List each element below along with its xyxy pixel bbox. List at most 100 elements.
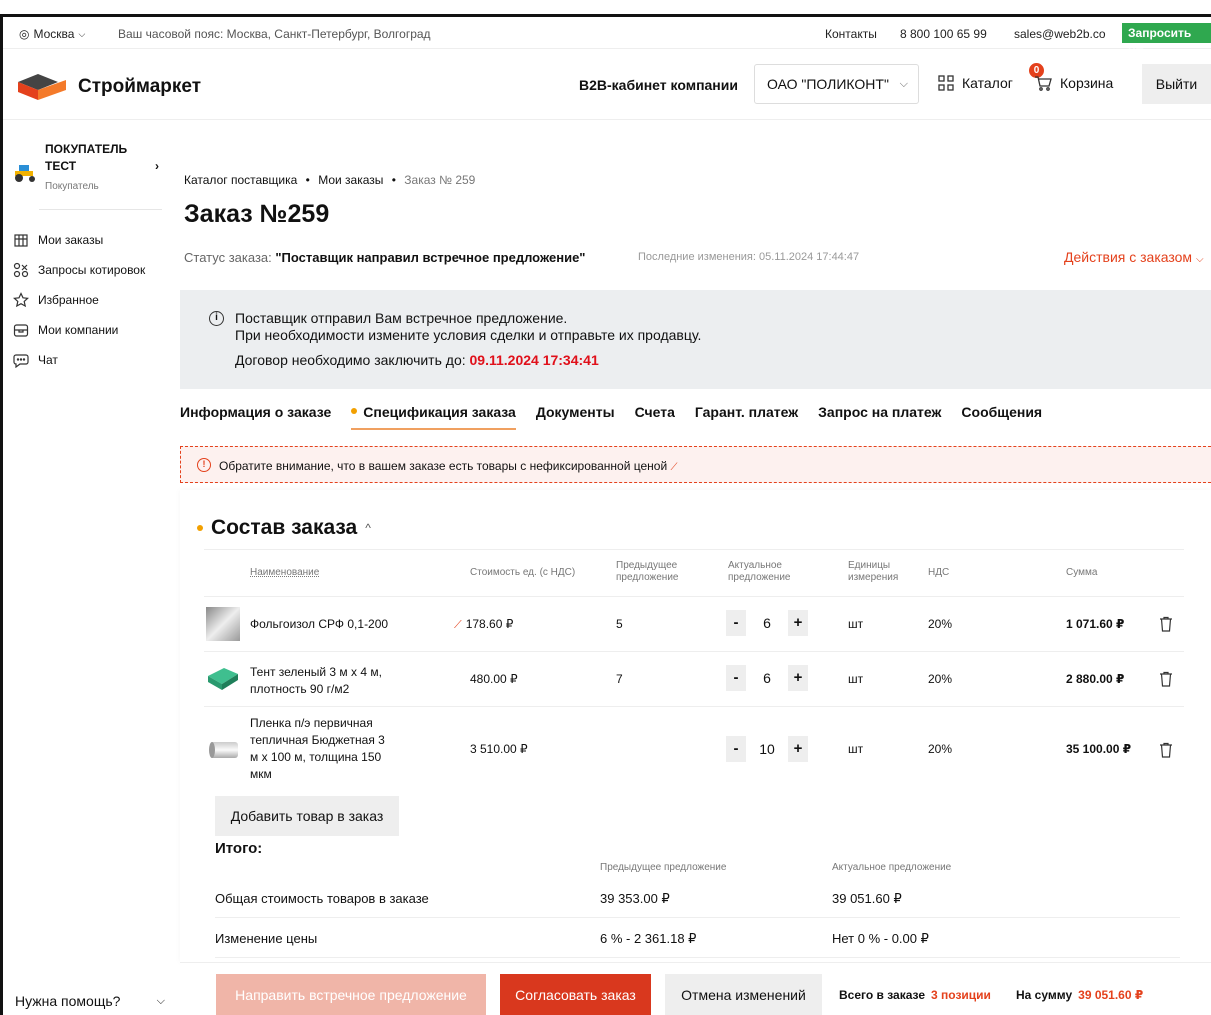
row-sum: 2 880.00 ₽ xyxy=(1066,672,1125,686)
companies-icon xyxy=(12,321,30,339)
status-label: Статус заказа: xyxy=(184,250,272,265)
deadline-value: 09.11.2024 17:34:41 xyxy=(469,352,599,368)
decrement-button[interactable]: - xyxy=(726,665,746,691)
col-prev-line2: предложение xyxy=(616,572,679,583)
logout-button[interactable]: Выйти xyxy=(1142,64,1211,104)
b2b-cabinet-label[interactable]: B2B-кабинет компании xyxy=(579,77,738,93)
section-bullet xyxy=(197,525,203,531)
window-top xyxy=(0,0,1211,14)
product-name-line: мкм xyxy=(250,767,272,781)
section-title[interactable]: Состав заказа ^ xyxy=(197,516,371,540)
summary-label: Изменение цены xyxy=(215,931,318,946)
product-name-line: м x 100 м, толщина 150 xyxy=(250,750,382,764)
approve-order-button[interactable]: Согласовать заказ xyxy=(500,974,651,1015)
send-counter-offer-button[interactable]: Направить встречное предложение xyxy=(216,974,486,1015)
cart-icon xyxy=(1035,76,1052,91)
cart-label: Корзина xyxy=(1060,75,1114,91)
product-name[interactable]: Тент зеленый 3 м x 4 м, плотность 90 г/м2 xyxy=(250,664,382,698)
price-warning: ! Обратите внимание, что в вашем заказе … xyxy=(180,446,1211,483)
user-role: ПОКУПАТЕЛЬ xyxy=(45,142,128,156)
email-link[interactable]: sales@web2b.co xyxy=(1014,27,1106,41)
orders-icon xyxy=(12,231,30,249)
quantity-input[interactable]: 10 xyxy=(746,741,788,757)
chevron-down-icon: ⌵ xyxy=(156,995,165,1007)
sidebar-item-quotes[interactable]: Запросы котировок xyxy=(12,255,145,285)
tab-order-info[interactable]: Информация о заказе xyxy=(180,404,331,430)
sidebar-item-orders[interactable]: Мои заказы xyxy=(12,225,145,255)
phone-link[interactable]: 8 800 100 65 99 xyxy=(900,27,987,41)
order-actions-dropdown[interactable]: Действия с заказом ⌵ xyxy=(1064,249,1204,265)
increment-button[interactable]: + xyxy=(788,610,808,636)
tab-specification[interactable]: Спецификация заказа xyxy=(351,404,516,430)
col-prev: Предыдущее предложение xyxy=(616,560,678,584)
request-kp-button[interactable]: Запросить КП xyxy=(1122,23,1211,60)
decrement-button[interactable]: - xyxy=(726,736,746,762)
logo-icon xyxy=(18,74,66,100)
product-name-line: плотность 90 г/м2 xyxy=(250,682,350,696)
product-name-line: тепличная Бюджетная 3 xyxy=(250,733,385,747)
product-name[interactable]: Пленка п/э первичная тепличная Бюджетная … xyxy=(250,715,385,783)
cart-button[interactable]: Корзина xyxy=(1034,75,1113,91)
order-total-sum: На сумму 39 051.60 ₽ xyxy=(1016,988,1143,1002)
notice-line-3: Договор необходимо заключить до: 09.11.2… xyxy=(235,352,599,368)
tab-guarantee-payment[interactable]: Гарант. платеж xyxy=(695,404,798,430)
tab-messages[interactable]: Сообщения xyxy=(961,404,1042,430)
sidebar-item-label: Избранное xyxy=(38,293,99,307)
summary-actual: Нет 0 % - 0.00 ₽ xyxy=(832,931,929,946)
increment-button[interactable]: + xyxy=(788,736,808,762)
city-selector[interactable]: ◎ Москва ⌵ xyxy=(19,27,85,41)
total-prev-header: Предыдущее предложение xyxy=(600,862,727,873)
tab-documents[interactable]: Документы xyxy=(536,404,615,430)
total-sum-label: На сумму xyxy=(1016,988,1073,1002)
price-chart-icon[interactable]: ⟋ xyxy=(454,619,462,631)
divider xyxy=(39,209,162,210)
trash-icon[interactable] xyxy=(1159,742,1173,758)
trash-icon[interactable] xyxy=(1159,616,1173,632)
help-dropdown[interactable]: Нужна помощь? ⌵ xyxy=(15,993,165,1009)
summary-prev: 6 % - 2 361.18 ₽ xyxy=(600,931,697,946)
sidebar-item-favorites[interactable]: Избранное xyxy=(12,285,145,315)
catalog-button[interactable]: Каталог xyxy=(938,75,1013,91)
product-thumbnail xyxy=(209,742,238,758)
cancel-changes-button[interactable]: Отмена изменений xyxy=(665,974,822,1015)
trash-icon[interactable] xyxy=(1159,671,1173,687)
col-units-line2: измерения xyxy=(848,572,899,583)
table-row: Фольгоизол СРФ 0,1-200 ⟋ 178.60 ₽ 5 - 6 +… xyxy=(204,597,1184,652)
summary-actual: 39 051.60 ₽ xyxy=(832,891,902,906)
sidebar-item-chat[interactable]: Чат xyxy=(12,345,145,375)
tab-invoices[interactable]: Счета xyxy=(635,404,675,430)
decrement-button[interactable]: - xyxy=(726,610,746,636)
timezone-text: Ваш часовой пояс: Москва, Санкт-Петербур… xyxy=(118,27,431,41)
counter-offer-notice: i Поставщик отправил Вам встречное предл… xyxy=(180,290,1211,389)
quantity-input[interactable]: 6 xyxy=(746,615,788,631)
quantity-stepper: - 6 + xyxy=(726,610,808,636)
row-sum: 1 071.60 ₽ xyxy=(1066,617,1125,631)
breadcrumb-orders[interactable]: Мои заказы xyxy=(318,173,383,187)
header: Строймаркет B2B-кабинет компании ОАО "ПО… xyxy=(3,50,1211,120)
top-bar: ◎ Москва ⌵ Ваш часовой пояс: Москва, Сан… xyxy=(3,17,1211,60)
col-units-line1: Единицы xyxy=(848,560,891,571)
product-name[interactable]: Фольгоизол СРФ 0,1-200 xyxy=(250,617,388,631)
col-units: Единицы измерения xyxy=(848,560,898,584)
add-product-button[interactable]: Добавить товар в заказ xyxy=(215,796,399,836)
col-vat: НДС xyxy=(928,567,950,578)
col-name[interactable]: Наименование xyxy=(250,567,319,579)
product-name-line: Тент зеленый 3 м x 4 м, xyxy=(250,665,382,679)
breadcrumb-catalog[interactable]: Каталог поставщика xyxy=(184,173,297,187)
sidebar-item-companies[interactable]: Мои компании xyxy=(12,315,145,345)
notice-line-1: Поставщик отправил Вам встречное предлож… xyxy=(235,310,568,326)
tab-payment-request[interactable]: Запрос на платеж xyxy=(818,404,941,430)
table-row: Пленка п/э первичная тепличная Бюджетная … xyxy=(204,707,1184,792)
quantity-input[interactable]: 6 xyxy=(746,670,788,686)
tractor-avatar-icon xyxy=(15,165,35,182)
logo[interactable]: Строймаркет xyxy=(16,72,201,102)
total-sum-value: 39 051.60 ₽ xyxy=(1078,988,1144,1002)
company-select[interactable]: ОАО "ПОЛИКОНТ" ⌵ xyxy=(754,64,919,104)
contacts-link[interactable]: Контакты xyxy=(825,27,877,41)
alert-icon: ! xyxy=(197,458,211,472)
price-chart-icon: ⟋ xyxy=(670,462,678,473)
increment-button[interactable]: + xyxy=(788,665,808,691)
user-card[interactable]: ПОКУПАТЕЛЬ ТЕСТ Покупатель › xyxy=(11,141,161,207)
col-sum: Сумма xyxy=(1066,567,1098,578)
total-title: Итого: xyxy=(215,840,263,857)
